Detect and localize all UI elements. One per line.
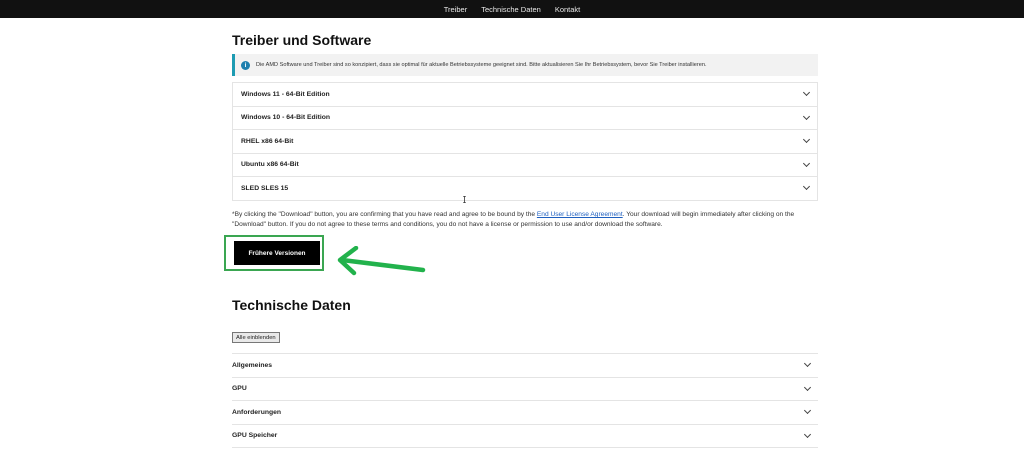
previous-versions-button[interactable]: Frühere Versionen	[234, 241, 320, 265]
spec-label: GPU	[232, 385, 247, 393]
os-label: SLED SLES 15	[241, 184, 289, 192]
info-notice: i Die AMD Software und Treiber sind so k…	[232, 54, 818, 76]
spec-label: GPU Speicher	[232, 432, 278, 440]
os-row-windows-11[interactable]: Windows 11 - 64-Bit Edition	[233, 83, 817, 107]
text-cursor-icon	[463, 196, 466, 203]
notice-text: Die AMD Software und Treiber sind so kon…	[256, 62, 707, 68]
spec-row-anforderungen[interactable]: Anforderungen	[232, 401, 818, 425]
os-row-sled-sles[interactable]: SLED SLES 15	[233, 177, 817, 201]
chevron-down-icon	[802, 89, 811, 97]
download-disclaimer: *By clicking the "Download" button, you …	[232, 210, 822, 230]
spec-row-gpu[interactable]: GPU	[232, 378, 818, 401]
os-label: Windows 11 - 64-Bit Edition	[241, 90, 330, 98]
spec-label: Anforderungen	[232, 408, 282, 416]
spec-row-allgemeines[interactable]: Allgemeines	[232, 354, 818, 378]
chevron-down-icon	[803, 407, 812, 415]
info-icon: i	[241, 60, 250, 70]
show-all-button[interactable]: Alle einblenden	[232, 332, 280, 343]
os-row-rhel[interactable]: RHEL x86 64-Bit	[233, 130, 817, 154]
nav-link-kontakt[interactable]: Kontakt	[555, 5, 580, 14]
chevron-down-icon	[802, 112, 811, 120]
specs-accordion: Allgemeines GPU Anforderungen GPU Speich…	[232, 353, 818, 448]
top-navigation: Treiber Technische Daten Kontakt	[0, 0, 1024, 18]
eula-link[interactable]: End User License Agreement	[537, 211, 623, 218]
nav-link-treiber[interactable]: Treiber	[444, 5, 467, 14]
os-label: Ubuntu x86 64-Bit	[241, 161, 299, 169]
arrow-annotation-icon	[337, 246, 426, 276]
os-row-windows-10[interactable]: Windows 10 - 64-Bit Edition	[233, 107, 817, 130]
disclaimer-text: *By clicking the "Download" button, you …	[232, 211, 537, 218]
spec-row-gpu-speicher[interactable]: GPU Speicher	[232, 425, 818, 448]
chevron-down-icon	[802, 159, 811, 167]
os-row-ubuntu[interactable]: Ubuntu x86 64-Bit	[233, 154, 817, 177]
chevron-down-icon	[802, 136, 811, 144]
chevron-down-icon	[802, 183, 811, 191]
specs-title: Technische Daten	[232, 297, 351, 313]
nav-link-technische-daten[interactable]: Technische Daten	[481, 5, 541, 14]
os-label: RHEL x86 64-Bit	[241, 137, 294, 145]
drivers-title: Treiber und Software	[232, 32, 372, 48]
os-accordion: Windows 11 - 64-Bit Edition Windows 10 -…	[232, 82, 818, 201]
chevron-down-icon	[803, 430, 812, 438]
chevron-down-icon	[803, 383, 812, 391]
os-label: Windows 10 - 64-Bit Edition	[241, 114, 331, 122]
spec-label: Allgemeines	[232, 361, 273, 369]
chevron-down-icon	[803, 360, 812, 368]
